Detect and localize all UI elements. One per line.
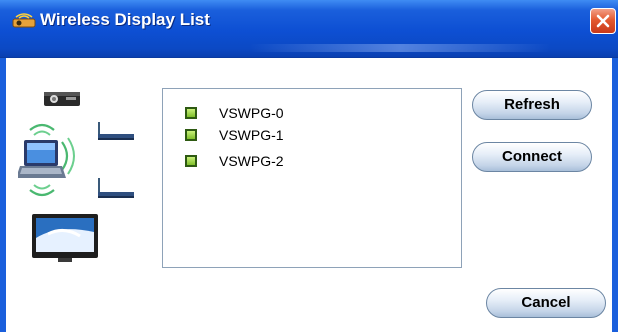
checkbox[interactable] [185, 129, 197, 141]
close-button[interactable] [590, 8, 616, 34]
refresh-button[interactable]: Refresh [472, 90, 592, 120]
title-bar-highlight [250, 44, 550, 52]
wifi-access-point-icon [98, 122, 134, 140]
laptop-icon [18, 140, 66, 178]
wireless-display-list-dialog: Wireless Display List VSWPG-0 VSWPG-1 VS… [0, 0, 618, 332]
wireless-display-illustration [18, 92, 134, 262]
tv-icon [32, 214, 98, 262]
window-title: Wireless Display List [40, 10, 210, 29]
close-icon [596, 14, 610, 28]
checkbox[interactable] [185, 107, 197, 119]
connect-button[interactable]: Connect [472, 142, 592, 172]
title-bar[interactable]: Wireless Display List [0, 0, 618, 58]
projector-wireless-icon [12, 13, 36, 28]
display-name: VSWPG-1 [219, 127, 284, 143]
list-item[interactable]: VSWPG-1 [185, 125, 284, 145]
wifi-access-point-icon [98, 178, 134, 198]
display-list[interactable]: VSWPG-0 VSWPG-1 VSWPG-2 [162, 88, 462, 268]
window-border-left [0, 58, 6, 332]
display-name: VSWPG-2 [219, 153, 284, 169]
window-border-right [612, 58, 618, 332]
display-name: VSWPG-0 [219, 105, 284, 121]
list-item[interactable]: VSWPG-0 [185, 103, 284, 123]
checkbox[interactable] [185, 155, 197, 167]
cancel-button[interactable]: Cancel [486, 288, 606, 318]
projector-icon [44, 92, 80, 106]
list-item[interactable]: VSWPG-2 [185, 151, 284, 171]
